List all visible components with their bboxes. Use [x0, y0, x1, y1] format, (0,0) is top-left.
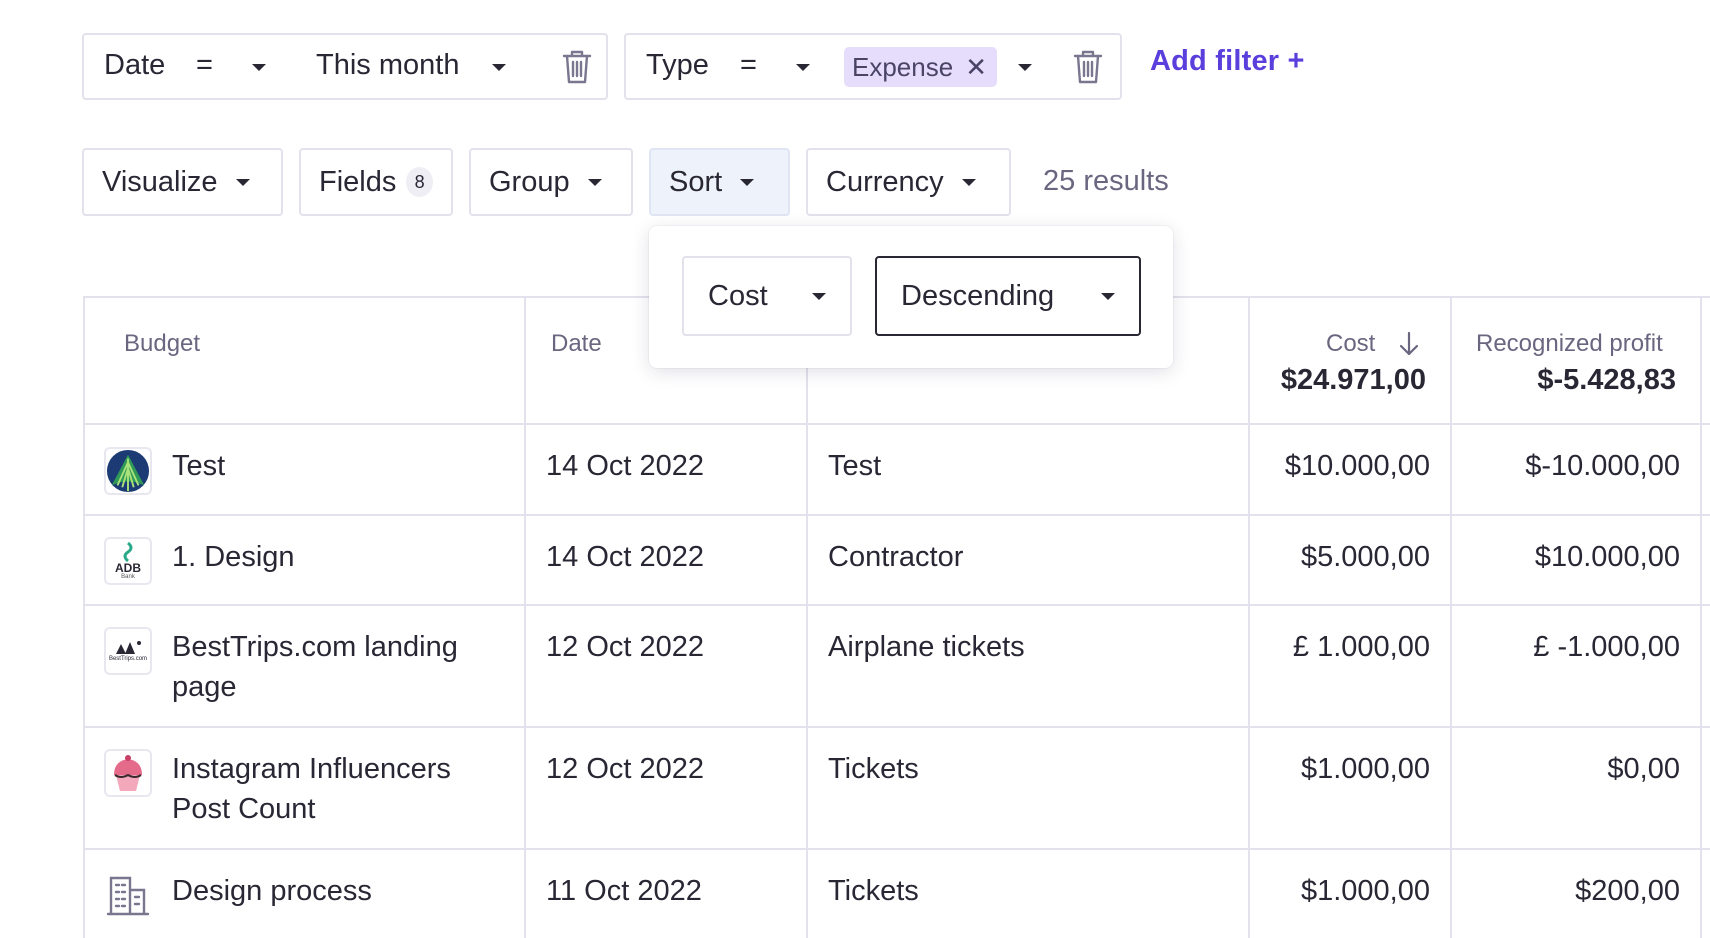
- sort-button[interactable]: Sort: [649, 148, 790, 216]
- chevron-down-icon: [235, 178, 250, 186]
- budget-name[interactable]: Test: [172, 446, 225, 486]
- group-label: Group: [489, 165, 570, 198]
- close-icon[interactable]: ✕: [965, 54, 987, 80]
- globe-logo: [104, 447, 152, 495]
- cost-cell: $1.000,00: [1300, 875, 1430, 907]
- type-cell: Airplane tickets: [828, 631, 1025, 663]
- adb-bank-logo: ADB Bank: [104, 537, 152, 585]
- budget-name-line2[interactable]: Post Count: [172, 789, 315, 829]
- fields-label: Fields: [319, 165, 397, 198]
- chevron-down-icon: [740, 178, 755, 186]
- column-divider: [806, 296, 808, 938]
- column-header-cost[interactable]: Cost: [1326, 330, 1375, 358]
- filter-chip-expense: Expense ✕: [844, 47, 997, 87]
- column-divider: [1248, 296, 1250, 938]
- column-header-budget[interactable]: Budget: [124, 330, 200, 358]
- filter-value[interactable]: This month: [316, 49, 459, 82]
- date-cell: 14 Oct 2022: [546, 541, 704, 573]
- profit-cell: £ -1.000,00: [1533, 631, 1680, 663]
- besttrips-logo: BestTrips.com: [104, 627, 152, 675]
- column-divider: [524, 296, 526, 938]
- chevron-down-icon: [1101, 292, 1115, 300]
- type-cell: Tickets: [828, 875, 919, 907]
- filter-date: Date = This month: [82, 33, 608, 100]
- visualize-label: Visualize: [102, 165, 218, 198]
- visualize-button[interactable]: Visualize: [82, 148, 283, 216]
- fields-count-badge: 8: [406, 167, 433, 197]
- row-divider: [83, 848, 1710, 850]
- results-count: 25 results: [1043, 165, 1169, 197]
- sort-label: Sort: [669, 165, 723, 198]
- date-cell: 12 Oct 2022: [546, 631, 704, 663]
- profit-cell: $200,00: [1575, 875, 1680, 907]
- sort-field-value: Cost: [708, 279, 768, 312]
- chevron-down-icon[interactable]: [796, 64, 810, 71]
- sort-direction-select[interactable]: Descending: [875, 256, 1141, 336]
- type-cell: Tickets: [828, 753, 919, 785]
- date-cell: 12 Oct 2022: [546, 753, 704, 785]
- row-divider: [83, 423, 1710, 425]
- budget-name-line2[interactable]: page: [172, 667, 237, 707]
- cost-total: $24.971,00: [1280, 364, 1426, 396]
- cupcake-logo: [104, 749, 152, 797]
- fields-button[interactable]: Fields 8: [299, 148, 453, 216]
- chevron-down-icon: [961, 178, 976, 186]
- date-cell: 14 Oct 2022: [546, 450, 704, 482]
- filter-operator[interactable]: =: [740, 49, 757, 82]
- sort-direction-value: Descending: [901, 279, 1055, 312]
- currency-button[interactable]: Currency: [806, 148, 1011, 216]
- currency-label: Currency: [826, 165, 944, 198]
- budget-name[interactable]: Instagram Influencers: [172, 749, 451, 789]
- trash-icon[interactable]: [561, 49, 593, 85]
- chevron-down-icon[interactable]: [1018, 64, 1032, 71]
- filter-type: Type = Expense ✕: [624, 33, 1122, 100]
- cost-cell: $5.000,00: [1300, 541, 1430, 573]
- column-divider: [1700, 296, 1702, 938]
- profit-cell: $0,00: [1607, 753, 1680, 785]
- add-filter-button[interactable]: Add filter +: [1150, 45, 1305, 78]
- cost-cell: $10.000,00: [1284, 450, 1430, 482]
- budget-name[interactable]: BestTrips.com landing: [172, 627, 458, 667]
- chevron-down-icon: [587, 178, 602, 186]
- row-divider: [83, 604, 1710, 606]
- filter-field-label[interactable]: Type: [646, 49, 709, 82]
- profit-cell: $10.000,00: [1534, 541, 1680, 573]
- building-icon: [106, 874, 152, 918]
- type-cell: Contractor: [828, 541, 964, 573]
- budget-name[interactable]: Design process: [172, 871, 372, 911]
- trash-icon[interactable]: [1072, 49, 1104, 85]
- column-header-date[interactable]: Date: [551, 330, 602, 358]
- row-divider: [83, 726, 1710, 728]
- chip-label: Expense: [852, 51, 954, 82]
- profit-cell: $-10.000,00: [1525, 450, 1680, 482]
- date-cell: 11 Oct 2022: [546, 875, 702, 907]
- arrow-down-icon[interactable]: [1398, 331, 1420, 357]
- chevron-down-icon[interactable]: [492, 64, 506, 71]
- chevron-down-icon: [812, 292, 826, 300]
- sort-field-select[interactable]: Cost: [682, 256, 852, 336]
- profit-total: $-5.428,83: [1537, 364, 1676, 396]
- filter-operator[interactable]: =: [196, 49, 213, 82]
- group-button[interactable]: Group: [469, 148, 633, 216]
- column-header-recognized-profit[interactable]: Recognized profit: [1476, 330, 1663, 358]
- cost-cell: $1.000,00: [1300, 753, 1430, 785]
- budget-name[interactable]: 1. Design: [172, 537, 295, 577]
- row-divider: [83, 514, 1710, 516]
- column-divider: [1450, 296, 1452, 938]
- filter-field-label[interactable]: Date: [104, 49, 165, 82]
- type-cell: Test: [828, 450, 882, 482]
- cost-cell: £ 1.000,00: [1292, 631, 1430, 663]
- chevron-down-icon[interactable]: [252, 64, 266, 71]
